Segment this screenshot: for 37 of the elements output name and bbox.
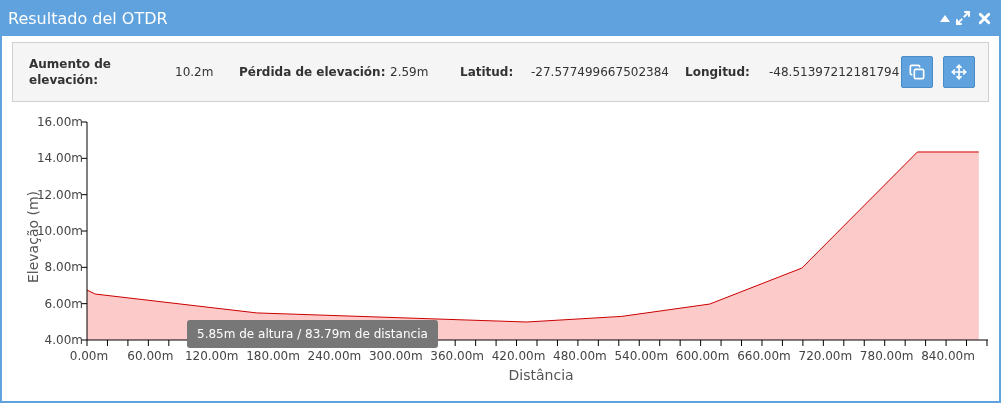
x-tick-label: 420.00m [491, 349, 546, 363]
y-tick-label: 14.00m [36, 151, 83, 166]
move-button[interactable] [943, 56, 975, 88]
copy-icon [909, 64, 925, 80]
x-tick-label: 480.00m [553, 349, 607, 363]
collapse-button[interactable] [940, 14, 950, 22]
x-tick-label: 780.00m [859, 349, 914, 363]
x-tick-label: 840.00m [921, 349, 975, 363]
y-tick-label: 16.00m [36, 115, 83, 129]
x-axis-title: Distância [508, 367, 574, 383]
summary-label: Aumento de elevación: [29, 56, 112, 88]
y-tick-label: 8.00m [44, 260, 83, 275]
summary-value: -48.51397212181794 [769, 65, 897, 79]
x-tick-label: 300.00m [368, 349, 423, 363]
x-tick-label: 180.00m [246, 349, 300, 363]
summary-label: Latitud: [460, 64, 515, 80]
x-tick-label: 540.00m [614, 349, 669, 363]
x-tick-label: 660.00m [737, 349, 791, 363]
y-tick-label: 4.00m [44, 333, 83, 347]
copy-button[interactable] [901, 56, 933, 88]
x-tick-label: 360.00m [430, 349, 484, 363]
x-tick-label: 240.00m [307, 349, 362, 363]
move-icon [951, 64, 967, 80]
y-tick-label: 6.00m [44, 296, 83, 311]
window-title: Resultado del OTDR [8, 8, 168, 28]
x-tick-label: 600.00m [675, 349, 730, 363]
summary-value: -27.577499667502384 [531, 65, 670, 79]
summary-label: Longitud: [685, 64, 751, 80]
maximize-button[interactable] [955, 10, 971, 26]
summary-value: 10.2m [175, 65, 215, 79]
summary-label: Pérdida de elevación: [239, 64, 384, 80]
tooltip: 5.85m de altura / 83.79m de distancia [187, 320, 438, 348]
summary-value: 2.59m [390, 65, 430, 79]
x-tick-label: 60.00m [127, 349, 174, 363]
x-tick-label: 720.00m [798, 349, 853, 363]
x-tick-label: 0.00m [69, 349, 109, 363]
x-tick-label: 120.00m [184, 349, 239, 363]
